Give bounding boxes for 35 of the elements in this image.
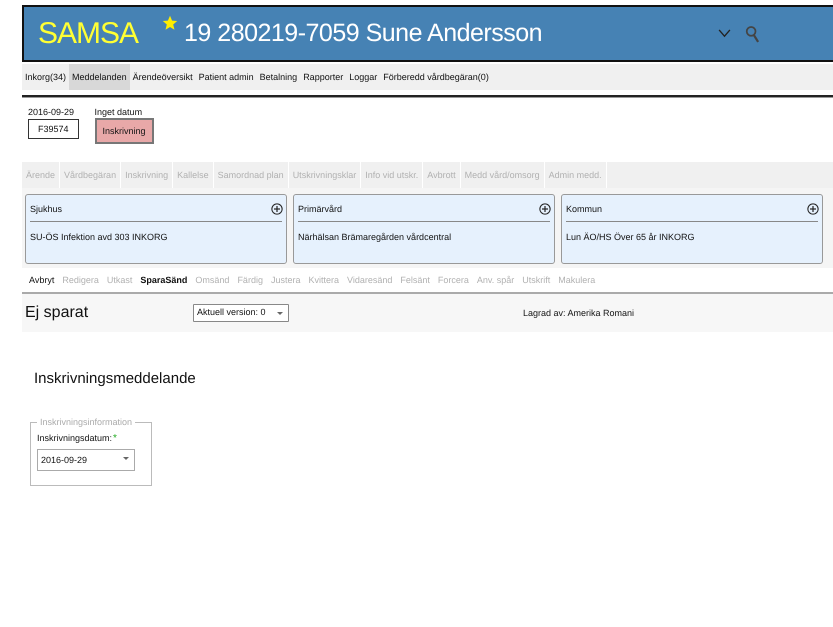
date-select[interactable]: 2016-09-29 xyxy=(37,449,135,471)
required-mark: * xyxy=(113,433,117,444)
card-title: Sjukhus xyxy=(30,204,62,214)
add-icon[interactable] xyxy=(807,203,819,215)
app-logo: SAMSA xyxy=(38,16,138,50)
nav-tab[interactable]: Patient admin xyxy=(196,64,257,90)
save-status: Ej sparat xyxy=(25,304,90,322)
patient-title: 19 280219-7059 Sune Andersson xyxy=(184,19,542,48)
card-value: Lun ÄO/HS Över 65 år INKORG xyxy=(566,232,696,242)
nav-tab[interactable]: Meddelanden xyxy=(69,64,130,90)
action-link[interactable]: SparaSänd xyxy=(136,275,192,285)
card-title: Primärvård xyxy=(298,204,342,214)
case-id: F39574 xyxy=(28,119,79,139)
version-select[interactable]: Aktuell version: 0 xyxy=(193,304,289,322)
nav-tab[interactable]: Ärendeöversikt xyxy=(130,64,196,90)
fieldset-legend: Inskrivningsinformation xyxy=(37,417,136,427)
add-icon[interactable] xyxy=(271,203,283,215)
card-title: Kommun xyxy=(566,204,602,214)
nav-tab[interactable]: Rapporter xyxy=(300,64,346,90)
field-label: Inskrivningsdatum: xyxy=(37,433,112,444)
nav-tab[interactable]: Inkorg(34) xyxy=(22,64,70,90)
nav-tab[interactable]: Förberedd vårdbegäran(0) xyxy=(380,64,492,90)
case-date: 2016-09-29 xyxy=(28,107,74,117)
card-value: Närhälsan Brämaregården vårdcentral xyxy=(298,232,452,242)
action-link[interactable]: Avbryt xyxy=(25,275,58,285)
add-icon[interactable] xyxy=(539,203,551,215)
form-title: Inskrivningsmeddelande xyxy=(34,370,196,387)
star-icon[interactable] xyxy=(162,15,178,31)
nav-tab[interactable]: Betalning xyxy=(256,64,300,90)
chevron-down-icon[interactable] xyxy=(718,29,732,38)
card-value: SU-ÖS Infektion avd 303 INKORG xyxy=(30,232,169,242)
nav-tab[interactable]: Loggar xyxy=(346,64,380,90)
status-badge[interactable]: Inskrivning xyxy=(94,118,154,144)
saved-by: Lagrad av: Amerika Romani xyxy=(523,308,634,318)
status-date: Inget datum xyxy=(94,107,142,117)
